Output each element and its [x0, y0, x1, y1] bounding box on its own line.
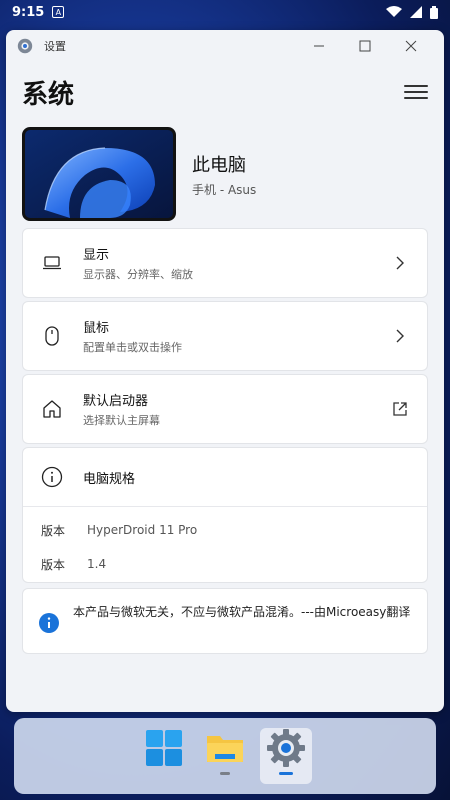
launcher-subtitle: 选择默认主屏幕: [83, 414, 160, 427]
settings-icon: [267, 729, 305, 767]
menu-line: [404, 97, 428, 99]
info-filled-icon: [39, 613, 61, 639]
maximize-button[interactable]: [342, 30, 388, 62]
taskbar: [14, 718, 436, 794]
wifi-icon: [386, 6, 402, 17]
hamburger-menu-button[interactable]: [404, 82, 428, 102]
display-settings-card[interactable]: 显示 显示器、分辨率、缩放: [22, 228, 428, 298]
display-title: 显示: [83, 248, 110, 263]
disclaimer-text: 本产品与微软无关，不应与微软产品混淆。---由Microeasy翻译: [73, 605, 411, 619]
settings-taskbar-button[interactable]: [260, 728, 312, 784]
spec-value: HyperDroid 11 Pro: [87, 523, 198, 537]
maximize-icon: [359, 40, 371, 52]
start-icon: [146, 730, 182, 766]
device-name: 此电脑: [192, 154, 246, 176]
spec-value: 1.4: [87, 557, 107, 571]
spec-row: 版本 1.4: [23, 547, 427, 581]
settings-window: 设置 系统 此电脑 手机 - Asus 显示 显示器、分辨率、缩放 鼠标 配置单…: [6, 30, 444, 712]
window-title: 设置: [44, 40, 66, 53]
device-wallpaper-thumbnail: [22, 127, 176, 221]
page-header: 系统: [6, 62, 444, 122]
spec-key: 版本: [41, 523, 66, 538]
settings-app-icon: [17, 38, 33, 54]
close-button[interactable]: [388, 30, 434, 62]
chevron-right-icon: [391, 327, 409, 345]
device-model: 手机 - Asus: [192, 182, 257, 197]
page-title: 系统: [22, 79, 75, 110]
spec-key: 版本: [41, 557, 66, 572]
laptop-icon: [41, 252, 63, 274]
running-indicator: [220, 772, 230, 775]
file-explorer-icon: [207, 736, 243, 762]
mouse-subtitle: 配置单击或双击操作: [83, 341, 182, 354]
minimize-icon: [314, 45, 324, 47]
close-icon: [405, 40, 417, 52]
device-summary: 此电脑 手机 - Asus: [6, 124, 444, 224]
device-specs-card: 电脑规格 版本 HyperDroid 11 Pro 版本 1.4: [22, 447, 428, 583]
minimize-button[interactable]: [296, 30, 342, 62]
status-icons: [386, 5, 438, 19]
spec-row: 版本 HyperDroid 11 Pro: [23, 513, 427, 547]
status-bar: 9:15 A: [0, 0, 450, 24]
notification-icon: A: [52, 6, 65, 18]
title-bar: 设置: [6, 30, 444, 62]
launcher-title: 默认启动器: [83, 394, 149, 409]
mouse-settings-card[interactable]: 鼠标 配置单击或双击操作: [22, 301, 428, 371]
disclaimer-card: 本产品与微软无关，不应与微软产品混淆。---由Microeasy翻译: [22, 588, 428, 654]
specs-title: 电脑规格: [83, 471, 136, 487]
menu-line: [404, 85, 428, 87]
default-launcher-card[interactable]: 默认启动器 选择默认主屏幕: [22, 374, 428, 444]
windows-bloom-image: [25, 130, 173, 218]
open-external-icon: [391, 400, 409, 418]
battery-icon: [430, 5, 438, 19]
signal-icon: [410, 6, 422, 18]
status-time: 9:15: [12, 4, 45, 20]
mouse-icon: [41, 325, 63, 347]
start-button[interactable]: [138, 728, 190, 784]
active-indicator: [279, 772, 293, 775]
menu-line: [404, 91, 428, 93]
home-icon: [41, 398, 63, 420]
file-explorer-button[interactable]: [199, 728, 251, 784]
mouse-title: 鼠标: [83, 321, 110, 336]
display-subtitle: 显示器、分辨率、缩放: [83, 268, 193, 281]
info-outline-icon: [41, 466, 63, 488]
chevron-right-icon: [391, 254, 409, 272]
